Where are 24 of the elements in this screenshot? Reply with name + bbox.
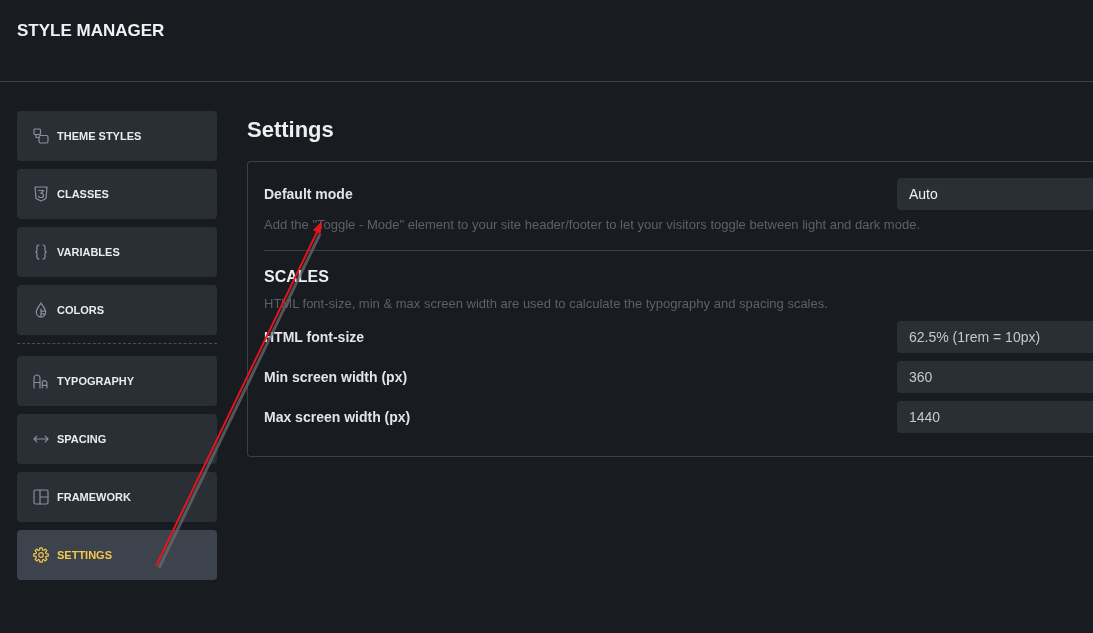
input-field[interactable]: 62.5% (1rem = 10px) <box>897 321 1093 353</box>
field-label: Max screen width (px) <box>264 408 411 426</box>
typography-icon <box>33 373 49 389</box>
select-field[interactable]: Auto <box>897 178 1093 210</box>
braces-icon <box>33 244 49 260</box>
sidebar-item[interactable]: VARIABLES <box>17 227 217 277</box>
input-field[interactable]: 1440 <box>897 401 1093 433</box>
sidebar-item[interactable]: SETTINGS <box>17 530 217 580</box>
droplet-icon <box>33 302 49 318</box>
sidebar-item[interactable]: THEME STYLES <box>17 111 217 161</box>
field-label: Min screen width (px) <box>264 368 408 386</box>
layers-icon <box>33 128 49 144</box>
shield-icon <box>33 186 49 202</box>
sidebar-item[interactable]: COLORS <box>17 285 217 335</box>
layout-icon <box>33 489 49 505</box>
field-label: Default mode <box>264 185 353 203</box>
sidebar-item[interactable]: SPACING <box>17 414 217 464</box>
app-title: STYLE MANAGER <box>17 20 165 42</box>
sidebar-item[interactable]: CLASSES <box>17 169 217 219</box>
settings-icon <box>33 547 49 563</box>
input-field[interactable]: 360 <box>897 361 1093 393</box>
page-title: Settings <box>247 117 334 143</box>
sidebar-item[interactable]: FRAMEWORK <box>17 472 217 522</box>
sidebar-item[interactable]: TYPOGRAPHY <box>17 356 217 406</box>
